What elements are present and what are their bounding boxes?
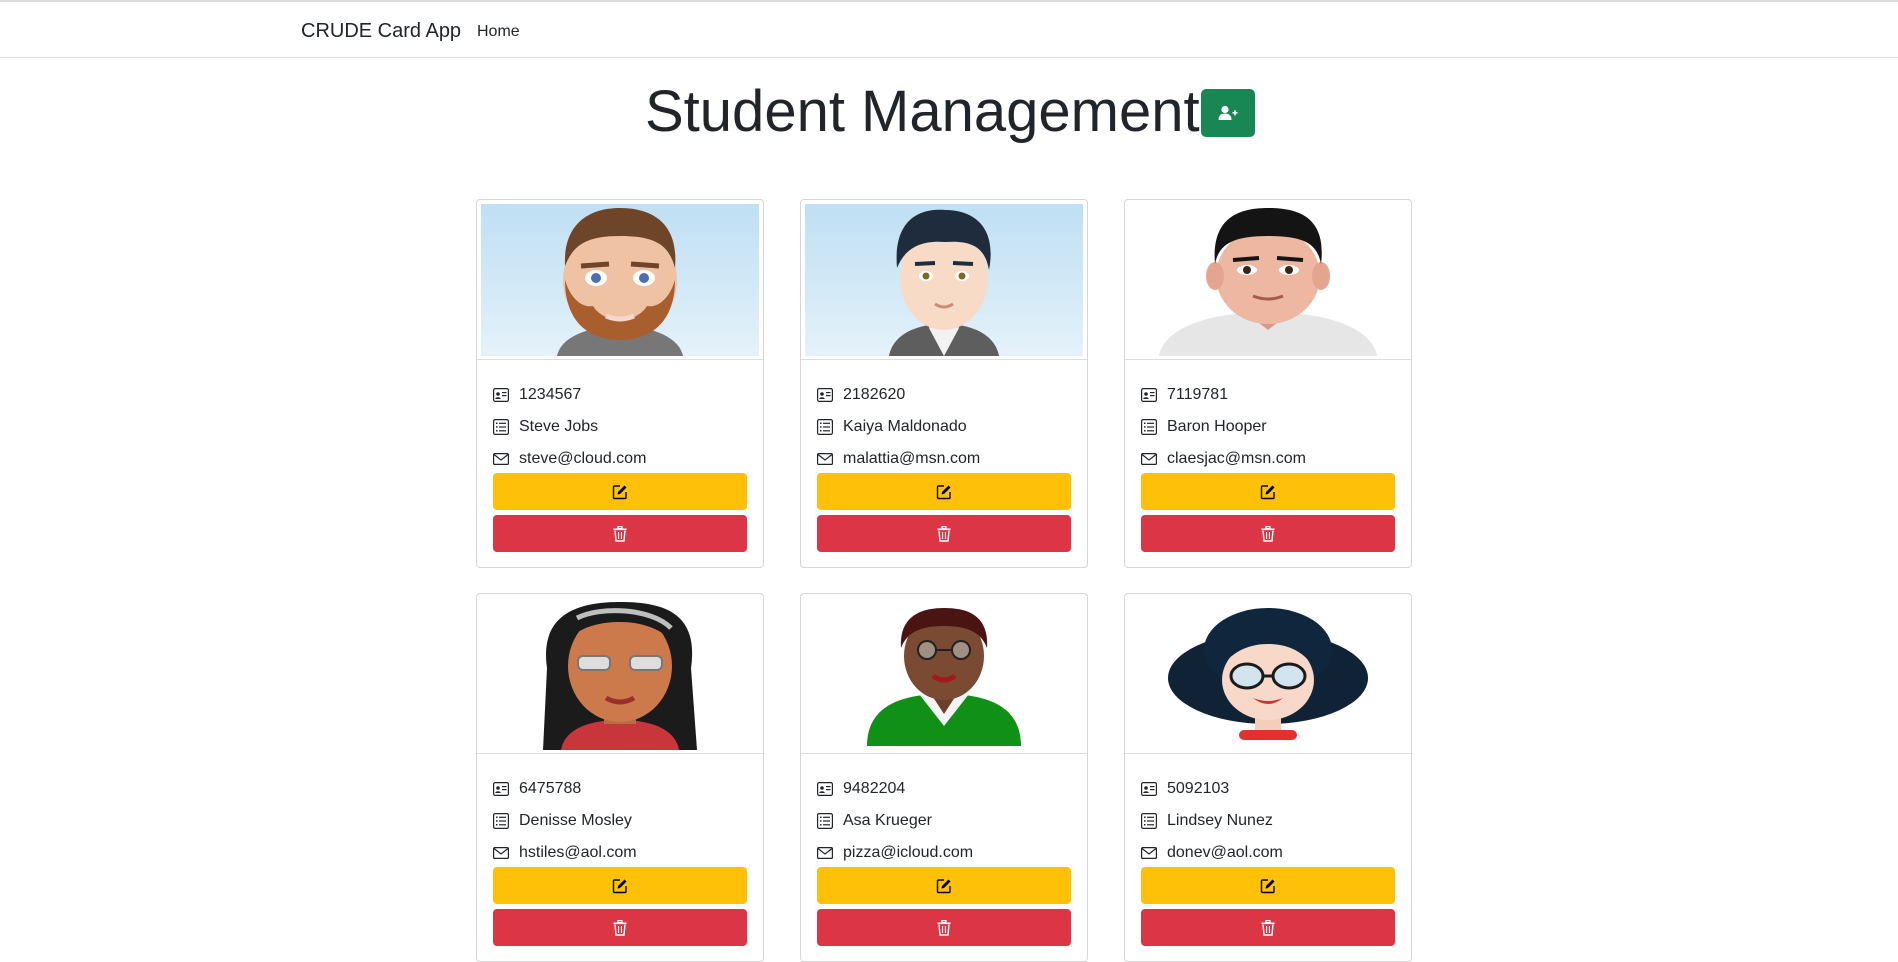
- student-name-row: Kaiya Maldonado: [817, 416, 967, 438]
- envelope-icon: [817, 453, 833, 465]
- avatar: [805, 598, 1083, 750]
- student-id: 6475788: [519, 780, 582, 797]
- student-email: steve@cloud.com: [519, 450, 647, 467]
- student-email-row: hstiles@aol.com: [493, 842, 637, 864]
- envelope-icon: [1141, 453, 1157, 465]
- nav-link-home[interactable]: Home: [477, 23, 520, 41]
- list-icon: [817, 419, 833, 435]
- id-card-icon: [817, 388, 833, 402]
- trash-icon: [1261, 919, 1275, 936]
- avatar: [481, 598, 759, 750]
- edit-student-button[interactable]: [817, 867, 1071, 904]
- pencil-square-icon: [1260, 878, 1275, 893]
- edit-student-button[interactable]: [1141, 867, 1395, 904]
- avatar: [1129, 598, 1407, 750]
- edit-student-button[interactable]: [1141, 473, 1395, 510]
- envelope-icon: [1141, 847, 1157, 859]
- student-name-row: Lindsey Nunez: [1141, 810, 1273, 832]
- student-id-row: 7119781: [1141, 384, 1228, 406]
- student-name: Asa Krueger: [843, 812, 932, 829]
- avatar: [805, 204, 1083, 356]
- avatar: [481, 204, 759, 356]
- id-card-icon: [493, 388, 509, 402]
- delete-student-button[interactable]: [817, 515, 1071, 552]
- student-id-row: 6475788: [493, 778, 581, 800]
- student-name-row: Asa Krueger: [817, 810, 932, 832]
- id-card-icon: [1141, 388, 1157, 402]
- pencil-square-icon: [936, 878, 951, 893]
- student-name-row: Baron Hooper: [1141, 416, 1267, 438]
- navbar-brand[interactable]: CRUDE Card App: [301, 20, 461, 43]
- trash-icon: [613, 525, 627, 542]
- student-name: Denisse Mosley: [519, 812, 632, 829]
- pencil-square-icon: [1260, 484, 1275, 499]
- student-email: claesjac@msn.com: [1167, 450, 1306, 467]
- student-card: 5092103 Lindsey Nunez donev@aol.com: [1124, 593, 1412, 962]
- student-name: Steve Jobs: [519, 418, 599, 435]
- person-plus-icon: [1218, 105, 1238, 120]
- student-id: 7119781: [1167, 386, 1229, 403]
- student-name-row: Steve Jobs: [493, 416, 598, 438]
- student-name: Baron Hooper: [1167, 418, 1267, 435]
- envelope-icon: [817, 847, 833, 859]
- student-email: pizza@icloud.com: [843, 844, 974, 861]
- list-icon: [1141, 813, 1157, 829]
- student-email-row: steve@cloud.com: [493, 448, 646, 470]
- list-icon: [493, 813, 509, 829]
- trash-icon: [613, 919, 627, 936]
- page-title: Student Management: [645, 79, 1200, 144]
- student-id-row: 9482204: [817, 778, 905, 800]
- student-name: Lindsey Nunez: [1167, 812, 1273, 829]
- student-card: 2182620 Kaiya Maldonado malattia@msn.com: [800, 199, 1088, 568]
- student-id: 9482204: [843, 780, 906, 797]
- pencil-square-icon: [612, 484, 627, 499]
- delete-student-button[interactable]: [493, 515, 747, 552]
- list-icon: [817, 813, 833, 829]
- envelope-icon: [493, 453, 509, 465]
- envelope-icon: [493, 847, 509, 859]
- student-id-row: 1234567: [493, 384, 581, 406]
- delete-student-button[interactable]: [1141, 515, 1395, 552]
- student-email-row: malattia@msn.com: [817, 448, 980, 470]
- student-card: 9482204 Asa Krueger pizza@icloud.com: [800, 593, 1088, 962]
- student-id: 2182620: [843, 386, 906, 403]
- id-card-icon: [493, 782, 509, 796]
- student-id-row: 5092103: [1141, 778, 1229, 800]
- trash-icon: [937, 919, 951, 936]
- student-email: donev@aol.com: [1167, 844, 1283, 861]
- delete-student-button[interactable]: [493, 909, 747, 946]
- delete-student-button[interactable]: [1141, 909, 1395, 946]
- trash-icon: [937, 525, 951, 542]
- edit-student-button[interactable]: [493, 473, 747, 510]
- student-email: hstiles@aol.com: [519, 844, 637, 861]
- delete-student-button[interactable]: [817, 909, 1071, 946]
- pencil-square-icon: [612, 878, 627, 893]
- add-student-button[interactable]: [1201, 89, 1255, 137]
- navbar: CRUDE Card App Home: [0, 0, 1898, 58]
- student-email-row: claesjac@msn.com: [1141, 448, 1306, 470]
- student-email-row: pizza@icloud.com: [817, 842, 973, 864]
- trash-icon: [1261, 525, 1275, 542]
- student-id: 1234567: [519, 386, 582, 403]
- id-card-icon: [1141, 782, 1157, 796]
- student-id: 5092103: [1167, 780, 1230, 797]
- student-card: 7119781 Baron Hooper claesjac@msn.com: [1124, 199, 1412, 568]
- list-icon: [1141, 419, 1157, 435]
- edit-student-button[interactable]: [493, 867, 747, 904]
- student-id-row: 2182620: [817, 384, 905, 406]
- student-email-row: donev@aol.com: [1141, 842, 1283, 864]
- list-icon: [493, 419, 509, 435]
- student-card: 1234567 Steve Jobs steve@cloud.com: [476, 199, 764, 568]
- id-card-icon: [817, 782, 833, 796]
- pencil-square-icon: [936, 484, 951, 499]
- edit-student-button[interactable]: [817, 473, 1071, 510]
- student-name: Kaiya Maldonado: [843, 418, 967, 435]
- avatar: [1129, 204, 1407, 356]
- student-email: malattia@msn.com: [843, 450, 981, 467]
- student-name-row: Denisse Mosley: [493, 810, 632, 832]
- student-card: 6475788 Denisse Mosley hstiles@aol.com: [476, 593, 764, 962]
